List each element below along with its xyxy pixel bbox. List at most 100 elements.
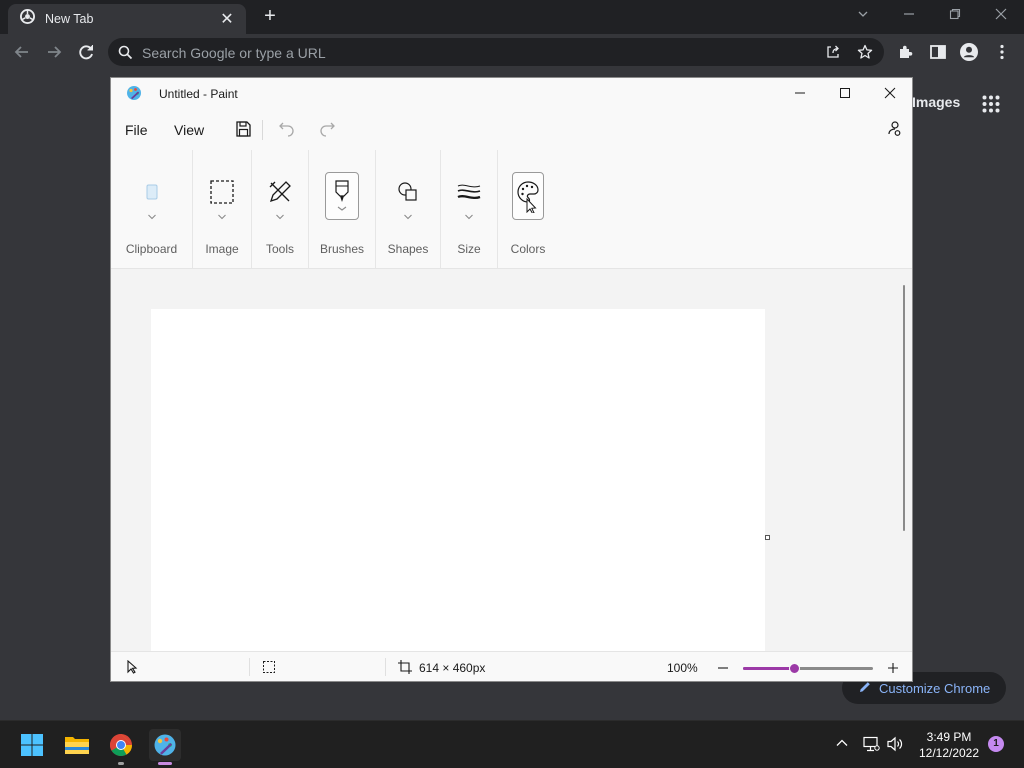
tab-close-icon[interactable]: ✕ [218, 9, 236, 29]
ribbon-label-brushes: Brushes [319, 242, 365, 256]
save-icon[interactable] [233, 119, 253, 139]
zoom-slider-thumb[interactable] [789, 663, 800, 674]
zoom-out-icon[interactable] [717, 661, 729, 679]
chevron-up-icon[interactable] [835, 736, 849, 755]
canvas-size-icon [398, 660, 412, 679]
chevron-down-icon [275, 208, 285, 226]
tab-search-icon[interactable] [853, 6, 873, 26]
profile-avatar-icon[interactable] [958, 41, 980, 63]
paint-statusbar: 614 × 460px 100% [111, 651, 912, 681]
zoom-percent[interactable]: 100% [667, 661, 698, 675]
chrome-menu-icon[interactable] [991, 41, 1013, 63]
status-divider [249, 658, 250, 676]
paint-ribbon: Clipboard Image Tools Brushes Shapes Siz… [111, 150, 912, 269]
customize-chrome-label: Customize Chrome [879, 680, 991, 696]
selection-size-icon [262, 660, 276, 679]
cursor-position-icon [126, 659, 138, 679]
chevron-down-icon [403, 208, 413, 226]
minimize-icon[interactable] [899, 6, 919, 26]
ribbon-label-clipboard: Clipboard [125, 242, 178, 256]
paint-window: Untitled - Paint File View Clipboard Ima… [110, 77, 913, 682]
paint-close-icon[interactable] [867, 78, 913, 108]
status-divider [385, 658, 386, 676]
chevron-down-icon [217, 208, 227, 226]
share-icon[interactable] [825, 44, 841, 65]
omnibox[interactable]: Search Google or type a URL [108, 38, 884, 66]
chrome-icon[interactable] [105, 729, 137, 765]
forward-icon[interactable] [43, 41, 65, 63]
paint-maximize-icon[interactable] [822, 78, 868, 108]
google-apps-icon[interactable] [982, 95, 1000, 113]
tab-new-tab[interactable]: New Tab ✕ [8, 4, 246, 34]
windows-taskbar: 3:49 PM 12/12/2022 [0, 720, 1024, 768]
restore-icon[interactable] [945, 6, 965, 26]
ribbon-label-image: Image [205, 242, 239, 256]
extensions-icon[interactable] [895, 41, 917, 63]
paint-minimize-icon[interactable] [777, 78, 823, 108]
pencil-icon [858, 680, 879, 697]
tools-icon [263, 174, 297, 210]
chevron-down-icon [147, 208, 157, 226]
chrome-tabstrip: New Tab ✕ + [0, 0, 1024, 34]
back-icon[interactable] [11, 41, 33, 63]
notification-badge[interactable]: 1 [988, 736, 1004, 752]
canvas-workspace [111, 269, 912, 651]
menu-view[interactable]: View [174, 122, 204, 138]
new-tab-button[interactable]: + [260, 6, 280, 28]
menu-file[interactable]: File [125, 122, 148, 138]
clock-time: 3:49 PM [926, 730, 972, 744]
close-window-icon[interactable] [991, 6, 1011, 26]
images-link[interactable]: Images [912, 94, 960, 110]
running-indicator [118, 762, 124, 765]
paint-titlebar[interactable]: Untitled - Paint [111, 78, 912, 108]
ribbon-group-shapes[interactable]: Shapes [376, 150, 441, 268]
drawing-canvas[interactable] [151, 309, 765, 651]
chevron-down-icon [464, 208, 474, 226]
account-settings-icon[interactable] [884, 119, 904, 139]
zoom-slider-fill [743, 667, 795, 670]
vertical-scrollbar[interactable] [903, 285, 905, 531]
tab-title: New Tab [45, 12, 94, 26]
ribbon-group-image[interactable]: Image [193, 150, 252, 268]
start-icon[interactable] [16, 729, 48, 761]
zoom-in-icon[interactable] [887, 661, 899, 679]
ribbon-label-tools: Tools [265, 242, 294, 256]
paint-icon[interactable] [149, 729, 181, 765]
paint-app-icon [126, 85, 142, 106]
chrome-toolbar: Search Google or type a URL [0, 34, 1024, 70]
ribbon-group-clipboard[interactable]: Clipboard [111, 150, 193, 268]
menu-divider [262, 120, 263, 140]
system-clock[interactable]: 3:49 PM 12/12/2022 [914, 729, 984, 761]
window-title: Untitled - Paint [159, 87, 238, 101]
active-indicator [158, 762, 172, 765]
canvas-resize-handle[interactable] [765, 535, 770, 540]
shapes-icon [391, 174, 425, 210]
side-panel-icon[interactable] [927, 41, 949, 63]
search-icon [118, 45, 133, 65]
clock-date: 12/12/2022 [918, 746, 980, 760]
bookmark-star-icon[interactable] [857, 44, 873, 65]
zoom-slider[interactable] [743, 663, 873, 674]
ribbon-group-size[interactable]: Size [441, 150, 498, 268]
file-explorer-icon[interactable] [61, 729, 93, 761]
ribbon-group-tools[interactable]: Tools [252, 150, 309, 268]
ribbon-label-shapes: Shapes [387, 242, 429, 256]
chrome-logo-icon [20, 9, 35, 29]
ribbon-group-colors[interactable]: Colors [498, 150, 558, 268]
ribbon-label-colors: Colors [510, 242, 546, 256]
clipboard-icon [135, 174, 169, 210]
palette-icon [512, 172, 544, 220]
canvas-size-text: 614 × 460px [419, 661, 486, 675]
volume-icon[interactable] [886, 736, 904, 757]
omnibox-placeholder: Search Google or type a URL [142, 45, 326, 61]
undo-icon[interactable] [277, 119, 297, 139]
stroke-size-icon [452, 174, 486, 210]
paint-menubar: File View [111, 108, 912, 150]
ribbon-group-brushes[interactable]: Brushes [309, 150, 376, 268]
selection-icon [205, 174, 239, 210]
reload-icon[interactable] [75, 41, 97, 63]
brush-icon [325, 172, 359, 220]
redo-icon[interactable] [317, 119, 337, 139]
network-icon[interactable] [862, 736, 880, 757]
ribbon-label-size: Size [457, 242, 481, 256]
